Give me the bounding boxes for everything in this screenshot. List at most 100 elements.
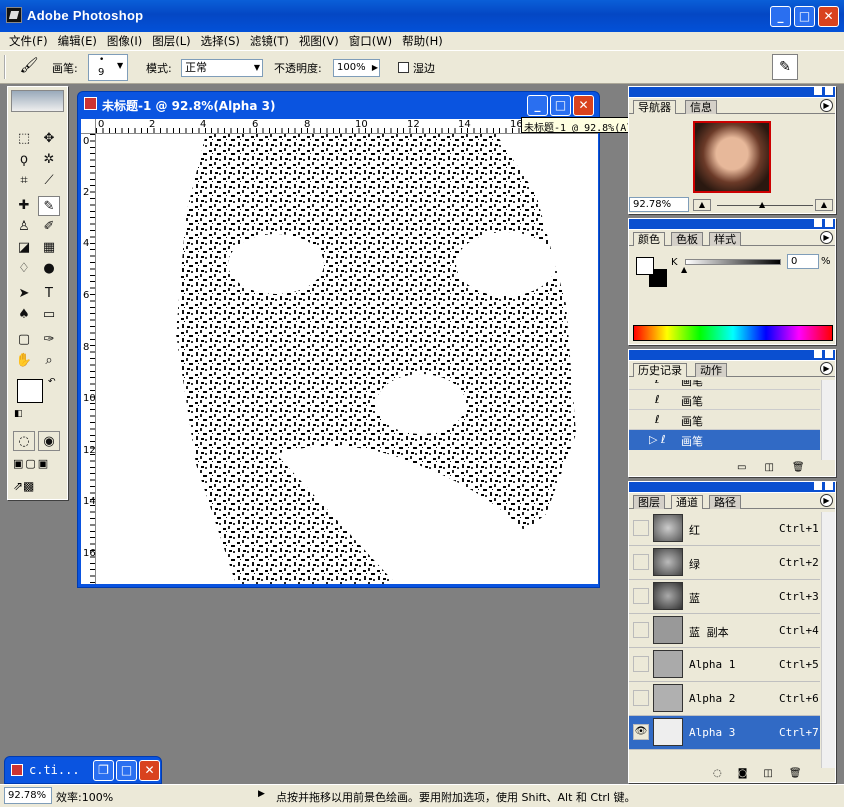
notes-tool-icon[interactable]: ▢ [13, 330, 35, 350]
eye-icon[interactable]: 👁 [633, 724, 649, 740]
lasso-tool-icon[interactable]: ϙ [13, 150, 35, 170]
opacity-input[interactable]: 100% ▶ [333, 59, 380, 77]
menu-filter[interactable]: 滤镜(T) [245, 32, 294, 50]
brush-tool-icon[interactable]: ✎ [38, 196, 60, 216]
brush-palette-icon[interactable]: ✎ [772, 54, 798, 80]
pen-tool-icon[interactable]: ♠ [13, 305, 35, 325]
menu-window[interactable]: 窗口(W) [344, 32, 397, 50]
menu-layer[interactable]: 图层(L) [147, 32, 195, 50]
navigator-thumbnail[interactable] [693, 121, 771, 193]
tab-swatches[interactable]: 色板 [671, 232, 703, 246]
visibility-icon[interactable] [633, 656, 649, 672]
jump-to-imageready-icon[interactable]: ⇗▩ [13, 479, 65, 497]
menu-help[interactable]: 帮助(H) [397, 32, 448, 50]
brush-picker[interactable]: • 9 ▼ [88, 54, 128, 81]
panel-menu-icon[interactable]: ▶ [820, 99, 833, 112]
tab-history[interactable]: 历史记录 [633, 363, 687, 377]
type-tool-icon[interactable]: T [38, 284, 60, 304]
panel-minimize-icon[interactable] [814, 482, 822, 490]
channel-row[interactable]: 绿 Ctrl+2 [629, 546, 820, 580]
history-item[interactable]: ℓ 画笔 [629, 390, 820, 410]
eyedropper-tool-icon[interactable]: ✑ [38, 330, 60, 350]
tab-info[interactable]: 信息 [685, 100, 717, 114]
color-spectrum-bar[interactable] [633, 325, 833, 341]
channel-row-selected[interactable]: 👁 Alpha 3 Ctrl+7 [629, 716, 820, 750]
visibility-icon[interactable] [633, 690, 649, 706]
screen-mode-icon[interactable]: ▣▢▣ [13, 457, 65, 475]
zoom-out-icon[interactable]: ▲ [693, 199, 711, 211]
visibility-icon[interactable] [633, 588, 649, 604]
gradient-tool-icon[interactable]: ▦ [38, 238, 60, 258]
channel-row[interactable]: 红 Ctrl+1 [629, 512, 820, 546]
channel-row[interactable]: 蓝 副本 Ctrl+4 [629, 614, 820, 648]
rectangle-tool-icon[interactable]: ▭ [38, 305, 60, 325]
clone-stamp-tool-icon[interactable]: ♙ [13, 217, 35, 237]
menu-view[interactable]: 视图(V) [294, 32, 344, 50]
blur-tool-icon[interactable]: ♢ [13, 259, 35, 279]
navigator-zoom-input[interactable]: 92.78% [629, 197, 689, 212]
visibility-icon[interactable] [633, 520, 649, 536]
healing-brush-tool-icon[interactable]: ✚ [13, 196, 35, 216]
k-slider[interactable] [685, 259, 781, 265]
mode-select[interactable]: 正常 ▼ [181, 59, 263, 77]
panel-close-icon[interactable] [825, 219, 833, 227]
channel-row[interactable]: Alpha 1 Ctrl+5 [629, 648, 820, 682]
hand-tool-icon[interactable]: ✋ [13, 351, 35, 371]
close-button[interactable]: ✕ [139, 760, 160, 781]
panel-menu-icon[interactable]: ▶ [820, 362, 833, 375]
menu-file[interactable]: 文件(F) [4, 32, 53, 50]
tab-channels[interactable]: 通道 [671, 495, 703, 509]
doc-minimize-button[interactable]: _ [527, 95, 548, 116]
move-tool-icon[interactable]: ✥ [38, 129, 60, 149]
path-select-tool-icon[interactable]: ➤ [13, 284, 35, 304]
tab-navigator[interactable]: 导航器 [633, 100, 676, 114]
history-footer-icons[interactable]: ▭◫🗑 [737, 462, 823, 473]
standard-mode-icon[interactable]: ◌ [13, 431, 35, 451]
wet-edges-checkbox[interactable] [398, 62, 409, 73]
foreground-swatch[interactable] [636, 257, 654, 275]
status-zoom-input[interactable]: 92.78% [4, 787, 52, 804]
maximize-button[interactable]: □ [116, 760, 137, 781]
menu-select[interactable]: 选择(S) [196, 32, 245, 50]
eraser-tool-icon[interactable]: ◪ [13, 238, 35, 258]
dodge-tool-icon[interactable]: ● [38, 259, 60, 279]
panel-menu-icon[interactable]: ▶ [820, 494, 833, 507]
panel-menu-icon[interactable]: ▶ [820, 231, 833, 244]
tab-styles[interactable]: 样式 [709, 232, 741, 246]
brush-tool-icon[interactable]: 🖌 [16, 56, 42, 78]
channel-row[interactable]: 蓝 Ctrl+3 [629, 580, 820, 614]
close-button[interactable]: ✕ [818, 6, 839, 27]
swap-colors-icon[interactable]: ↶ [48, 377, 56, 387]
channels-scrollbar[interactable] [821, 512, 835, 768]
k-value-input[interactable]: 0 [787, 254, 819, 269]
panel-minimize-icon[interactable] [814, 350, 822, 358]
zoom-tool-icon[interactable]: ⌕ [38, 351, 60, 371]
minimized-document[interactable]: c.ti... ❐ □ ✕ [4, 756, 162, 784]
tab-paths[interactable]: 路径 [709, 495, 741, 509]
quickmask-mode-icon[interactable]: ◉ [38, 431, 60, 451]
channels-footer-icons[interactable]: ◌◙◫🗑 [713, 768, 818, 779]
panel-close-icon[interactable] [825, 87, 833, 95]
menu-edit[interactable]: 编辑(E) [53, 32, 102, 50]
panel-close-icon[interactable] [825, 482, 833, 490]
zoom-slider-thumb[interactable]: ▲ [759, 200, 765, 209]
visibility-icon[interactable] [633, 622, 649, 638]
minimize-button[interactable]: _ [770, 6, 791, 27]
menu-image[interactable]: 图像(I) [102, 32, 147, 50]
history-item[interactable]: ℓ 画笔 [629, 410, 820, 430]
channel-row[interactable]: Alpha 2 Ctrl+6 [629, 682, 820, 716]
tab-layers[interactable]: 图层 [633, 495, 665, 509]
restore-button[interactable]: ❐ [93, 760, 114, 781]
marquee-tool-icon[interactable]: ⬚ [13, 129, 35, 149]
magic-wand-tool-icon[interactable]: ✲ [38, 150, 60, 170]
history-item-selected[interactable]: ▷ ℓ 画笔 [629, 430, 820, 450]
panel-close-icon[interactable] [825, 350, 833, 358]
adobe-eye-icon[interactable] [11, 90, 64, 112]
doc-close-button[interactable]: ✕ [573, 95, 594, 116]
doc-maximize-button[interactable]: □ [550, 95, 571, 116]
zoom-in-icon[interactable]: ▲ [815, 199, 833, 211]
status-menu-icon[interactable]: ▶ [258, 789, 265, 799]
history-brush-tool-icon[interactable]: ✐ [38, 217, 60, 237]
history-item[interactable]: ℓ 画笔 [629, 380, 820, 390]
tab-color[interactable]: 颜色 [633, 232, 665, 246]
